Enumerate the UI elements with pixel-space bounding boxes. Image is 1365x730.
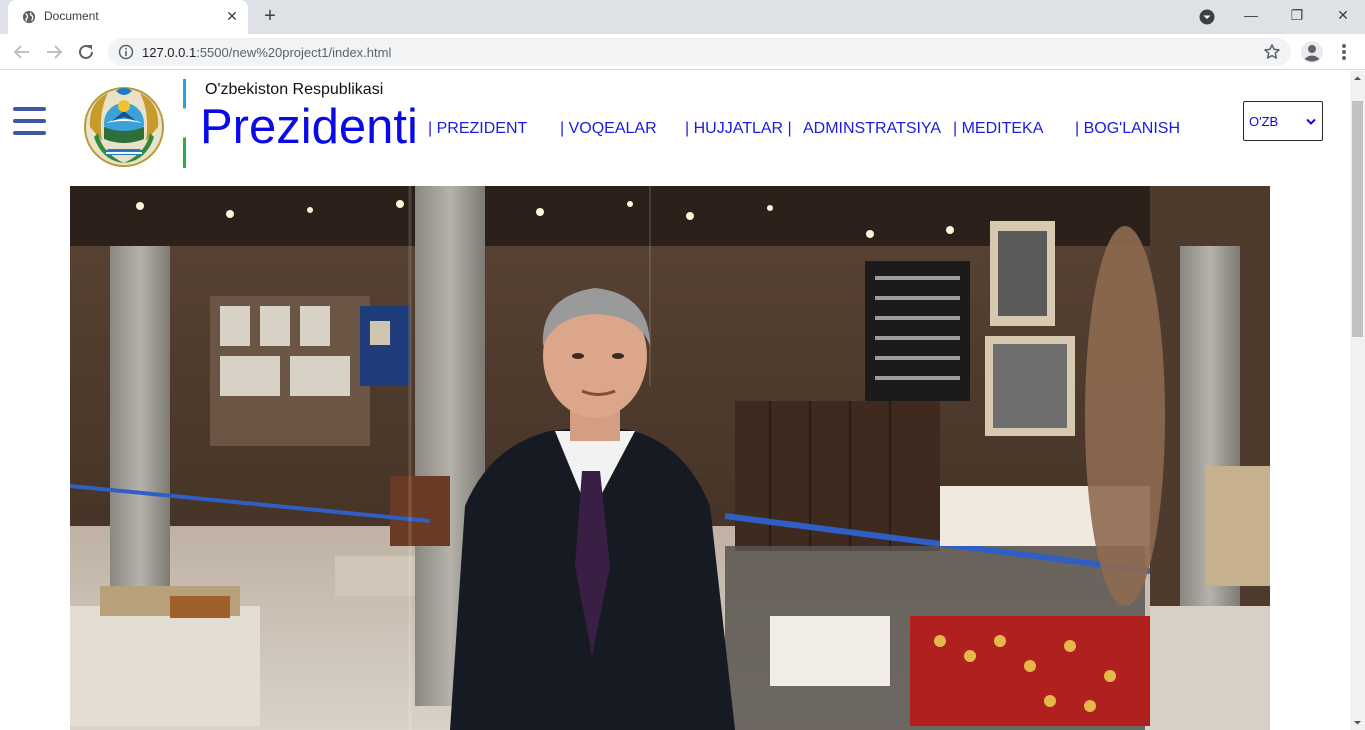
page-scrollbar[interactable] bbox=[1350, 71, 1365, 730]
nav-link-adminstratsiya[interactable]: ADMINSTRATSIYA bbox=[803, 120, 941, 138]
bookmark-star-icon[interactable] bbox=[1263, 43, 1281, 61]
language-value: O'ZB bbox=[1249, 114, 1279, 129]
minimize-button[interactable]: — bbox=[1239, 4, 1263, 26]
chevron-down-icon bbox=[1306, 118, 1316, 125]
tab-title: Document bbox=[44, 9, 99, 23]
flag-divider bbox=[183, 79, 186, 168]
scroll-down-arrow-icon[interactable] bbox=[1350, 715, 1365, 730]
hamburger-menu-icon[interactable] bbox=[13, 105, 46, 138]
page-viewport: O'zbekiston Respublikasi Prezidenti | PR… bbox=[0, 71, 1350, 730]
address-bar[interactable]: 127.0.0.1:5500/new%20project1/index.html bbox=[108, 38, 1291, 66]
scroll-thumb[interactable] bbox=[1352, 101, 1363, 337]
hero-photo bbox=[70, 186, 1270, 730]
language-select[interactable]: O'ZB bbox=[1243, 101, 1323, 141]
reload-icon[interactable] bbox=[74, 40, 98, 64]
hero-image bbox=[70, 186, 1270, 730]
scroll-up-arrow-icon[interactable] bbox=[1350, 71, 1365, 86]
browser-tab[interactable]: Document ✕ bbox=[8, 0, 248, 34]
forward-arrow-icon[interactable] bbox=[42, 40, 66, 64]
new-tab-button[interactable]: + bbox=[260, 6, 280, 26]
info-icon[interactable] bbox=[118, 44, 134, 60]
nav-link-prezident[interactable]: | PREZIDENT bbox=[428, 120, 527, 138]
nav-link-voqealar[interactable]: | VOQEALAR bbox=[560, 120, 657, 138]
close-tab-icon[interactable]: ✕ bbox=[224, 8, 240, 24]
globe-icon bbox=[22, 10, 36, 24]
back-arrow-icon[interactable] bbox=[10, 40, 34, 64]
browser-tabbar: Document ✕ + — ❐ ✕ bbox=[0, 0, 1365, 34]
browser-toolbar: 127.0.0.1:5500/new%20project1/index.html bbox=[0, 34, 1365, 70]
menu-kebab-icon[interactable] bbox=[1334, 40, 1354, 64]
nav-link-hujjatlar[interactable]: | HUJJATLAR | bbox=[685, 120, 792, 138]
state-emblem-logo bbox=[84, 87, 164, 167]
url-path: :5500/new%20project1/index.html bbox=[196, 45, 392, 60]
close-window-button[interactable]: ✕ bbox=[1331, 4, 1355, 26]
restore-button[interactable]: ❐ bbox=[1285, 4, 1309, 26]
tab-search-icon[interactable] bbox=[1199, 9, 1215, 25]
page-title[interactable]: Prezidenti bbox=[200, 97, 418, 157]
account-avatar-icon[interactable] bbox=[1300, 40, 1324, 64]
nav-link-boglanish[interactable]: | BOG'LANISH bbox=[1075, 120, 1180, 138]
nav-link-mediteka[interactable]: | MEDITEKA bbox=[953, 120, 1043, 138]
url-host: 127.0.0.1 bbox=[142, 45, 197, 60]
url-text: 127.0.0.1:5500/new%20project1/index.html bbox=[142, 45, 391, 60]
